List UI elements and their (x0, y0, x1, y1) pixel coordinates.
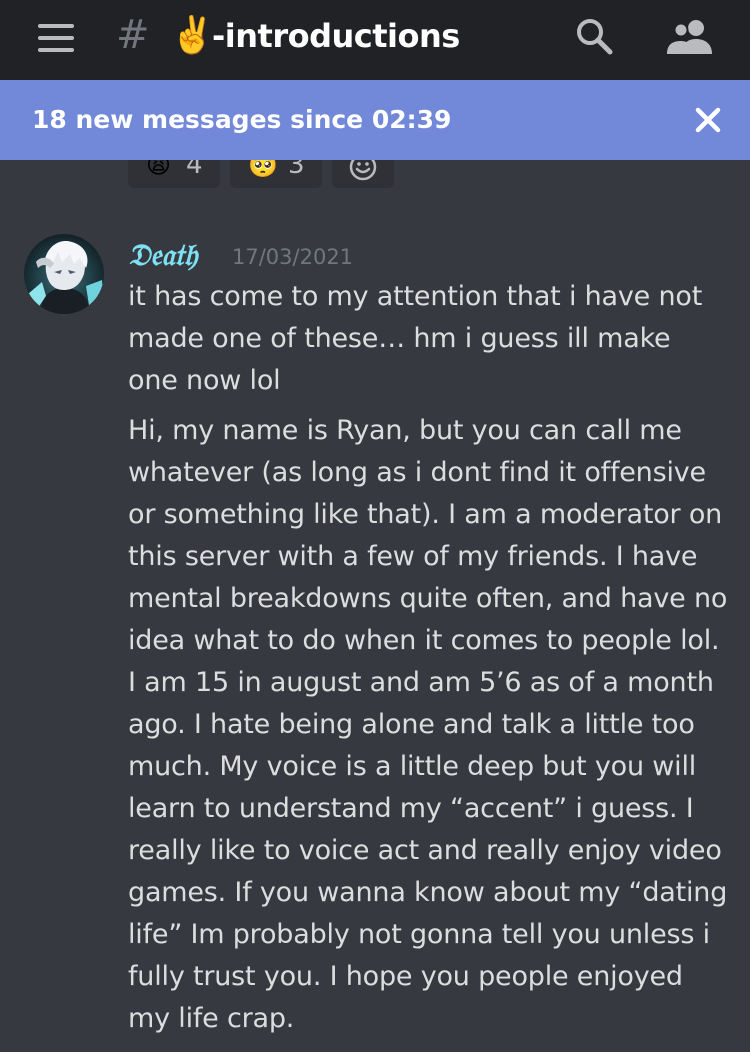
channel-title[interactable]: -introductions (212, 14, 460, 58)
avatar[interactable] (24, 234, 104, 314)
reaction-count: 4 (186, 160, 203, 180)
reaction-weary[interactable]: 😩 4 (128, 160, 220, 188)
new-messages-text: 18 new messages since 02:39 (32, 105, 452, 134)
new-messages-banner[interactable]: 18 new messages since 02:39 (0, 80, 750, 160)
reaction-count: 3 (288, 160, 305, 180)
pleading-face-emoji: 🥺 (248, 160, 278, 179)
message-author[interactable]: 𝔇𝔢𝔞𝔱𝔥 (128, 236, 197, 276)
hamburger-menu-icon[interactable] (38, 24, 74, 52)
add-reaction-icon (349, 160, 377, 181)
members-icon[interactable] (666, 18, 714, 56)
add-reaction-button[interactable] (332, 160, 394, 188)
message-timestamp: 17/03/2021 (232, 245, 354, 269)
channel-emoji: ✌️ (170, 15, 215, 56)
weary-face-emoji: 😩 (146, 160, 172, 179)
message-text: Hi, my name is Ryan, but you can call me… (128, 415, 728, 1034)
search-icon[interactable] (574, 16, 614, 56)
anime-character-avatar (24, 234, 104, 314)
channel-header: # ✌️ -introductions (0, 0, 750, 80)
close-icon[interactable] (692, 104, 724, 136)
hash-icon: # (116, 12, 150, 58)
reaction-pleading[interactable]: 🥺 3 (230, 160, 322, 188)
message-text: it has come to my attention that i have … (128, 281, 703, 396)
